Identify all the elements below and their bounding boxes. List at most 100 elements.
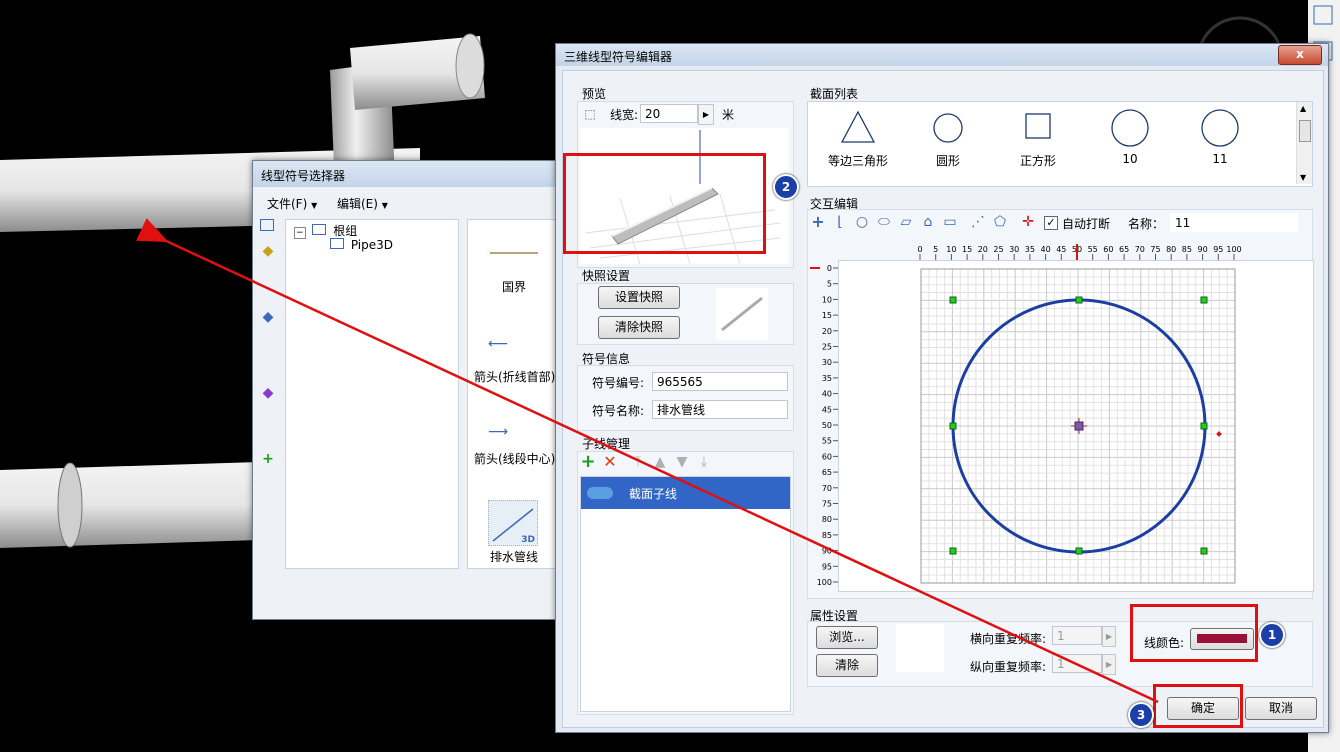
symbol-item-border[interactable]: 国界 xyxy=(468,228,568,298)
draw-line-icon[interactable]: ⌊ xyxy=(832,214,848,230)
scroll-down-icon[interactable]: ▼ xyxy=(1300,173,1306,182)
control-point xyxy=(949,296,957,304)
tree-child-node[interactable]: Pipe3D xyxy=(330,238,393,252)
auto-break-checkbox[interactable]: ✓ xyxy=(1044,216,1058,230)
draw-circle-icon[interactable]: ○ xyxy=(854,214,870,230)
ruler-tick-label: 35 xyxy=(1025,245,1035,254)
ruler-tick-label: 15 xyxy=(822,311,832,320)
clear-texture-button[interactable]: 清除 xyxy=(816,654,878,677)
unit-label: 米 xyxy=(722,108,735,122)
section-name-field[interactable]: 11 xyxy=(1170,213,1298,232)
edit-shape-icon[interactable]: ⬠ xyxy=(992,214,1008,230)
ruler-tick-label: 20 xyxy=(822,327,832,336)
scroll-up-icon[interactable]: ▲ xyxy=(1300,104,1306,113)
h-repeat-label: 横向重复频率: xyxy=(970,632,1047,646)
symbol-item-label: 箭头(折线首部) xyxy=(474,370,556,384)
browse-button[interactable]: 浏览... xyxy=(816,626,878,649)
edit-vertex-icon[interactable]: ⋰ xyxy=(970,214,986,230)
draw-ellipse-icon[interactable]: ⬭ xyxy=(876,214,892,230)
ruler-tick-label: 60 xyxy=(1103,245,1113,254)
section-name-label: 名称： xyxy=(1128,217,1165,231)
line-width-field[interactable]: 20 xyxy=(640,104,698,123)
circle-icon xyxy=(1111,109,1149,147)
section-item-triangle[interactable]: 等边三角形 xyxy=(818,108,898,180)
edit-menu-label: 编辑(E) xyxy=(337,197,378,211)
section-item-square[interactable]: 正方形 xyxy=(998,108,1078,180)
subline-panel: + ✕ ⤒ ▲ ▼ ⤓ 截面子线 xyxy=(577,451,794,715)
delete-icon[interactable]: ✕ xyxy=(602,454,618,470)
view-cube-icon[interactable]: ⬚ xyxy=(582,106,598,122)
h-repeat-spin-button[interactable]: ▶ xyxy=(1102,626,1116,647)
section-item-11[interactable]: 11 xyxy=(1180,108,1260,180)
clear-snapshot-button[interactable]: 清除快照 xyxy=(598,316,680,339)
h-repeat-field[interactable]: 1 xyxy=(1052,626,1102,645)
control-point xyxy=(1200,422,1208,430)
triangle-icon xyxy=(840,110,876,143)
symbol-name-field[interactable]: 排水管线 xyxy=(652,400,788,419)
symbol-item-label: 国界 xyxy=(502,280,527,294)
rotation-handle[interactable] xyxy=(1216,431,1222,437)
symbol-lib-tab-icon-2[interactable]: ◆ xyxy=(260,309,276,325)
ruler-tick-label: 15 xyxy=(962,245,972,254)
subline-item-label: 截面子线 xyxy=(629,487,678,501)
draw-rectangle-icon[interactable]: ▭ xyxy=(942,214,958,230)
ruler-tick-label: 40 xyxy=(1041,245,1051,254)
ruler-tick-label: 45 xyxy=(1056,245,1066,254)
draw-polygon-icon[interactable]: ⌂ xyxy=(920,214,936,230)
v-repeat-field[interactable]: 1 xyxy=(1052,654,1102,673)
step-badge-1: 1 xyxy=(1259,622,1285,648)
set-origin-icon[interactable]: ✛ xyxy=(1020,214,1036,230)
symbol-item-arrow-head[interactable]: ⟵ 箭头(折线首部) xyxy=(468,330,568,386)
section-item-circle[interactable]: 圆形 xyxy=(908,108,988,180)
section-item-10[interactable]: 10 xyxy=(1090,108,1170,180)
scroll-thumb[interactable] xyxy=(1299,120,1311,142)
symbol-lib-tab-icon-3[interactable]: ◆ xyxy=(260,385,276,401)
expand-collapse-icon[interactable]: − xyxy=(294,227,306,239)
folder-icon xyxy=(330,238,344,249)
draw-parallelogram-icon[interactable]: ▱ xyxy=(898,214,914,230)
edit-menu[interactable]: 编辑(E) ▼ xyxy=(337,195,388,212)
ruler-tick-label: 90 xyxy=(822,547,832,556)
section-list-scrollbar[interactable]: ▲ ▼ xyxy=(1296,102,1312,184)
line-width-spin-button[interactable]: ▶ xyxy=(698,104,714,125)
add-icon[interactable]: + xyxy=(580,453,596,471)
add-point-icon[interactable]: + xyxy=(810,214,826,230)
close-button[interactable]: x xyxy=(1278,45,1322,65)
file-menu[interactable]: 文件(F) ▼ xyxy=(267,195,317,212)
add-icon[interactable]: + xyxy=(260,451,276,467)
tree-root-label: 根组 xyxy=(333,224,358,238)
square-icon xyxy=(1025,113,1051,139)
subline-item[interactable]: 截面子线 xyxy=(581,477,790,509)
center-marker-icon[interactable] xyxy=(1071,418,1087,434)
ruler-tick-label: 75 xyxy=(1150,245,1160,254)
ruler-tick-label: 10 xyxy=(946,245,956,254)
symbol-id-field[interactable]: 965565 xyxy=(652,372,788,391)
tree-root-node[interactable]: − 根组 xyxy=(294,222,357,239)
symbol-lib-tab-icon[interactable]: ◆ xyxy=(260,243,276,259)
cancel-button[interactable]: 取消 xyxy=(1245,697,1317,720)
pipe-toggle-icon xyxy=(587,487,613,499)
move-bottom-icon[interactable]: ⤓ xyxy=(696,454,712,470)
file-menu-label: 文件(F) xyxy=(267,197,308,211)
symbol-item-drain-pipe[interactable]: 3D 排水管线 xyxy=(468,494,568,568)
ruler-tick-label: 25 xyxy=(822,343,832,352)
symbol-item-arrow-mid[interactable]: ⟶ 箭头(线段中心) xyxy=(468,420,568,476)
edit-canvas[interactable] xyxy=(838,260,1314,592)
v-repeat-spin-button[interactable]: ▶ xyxy=(1102,654,1116,675)
editor-title: 三维线型符号编辑器 xyxy=(564,50,673,64)
move-up-icon[interactable]: ▲ xyxy=(652,454,668,470)
move-down-icon[interactable]: ▼ xyxy=(674,454,690,470)
set-snapshot-button[interactable]: 设置快照 xyxy=(598,286,680,309)
control-point xyxy=(949,422,957,430)
circle-icon xyxy=(1201,109,1239,147)
subline-list: 截面子线 xyxy=(580,476,791,712)
symbol-item-label: 排水管线 xyxy=(490,550,539,564)
subline-group-label: 子线管理 xyxy=(582,437,631,451)
snapshot-panel: 设置快照 清除快照 xyxy=(577,283,794,345)
move-top-icon[interactable]: ⤒ xyxy=(630,454,646,470)
ruler-tick-label: 25 xyxy=(993,245,1003,254)
section-drawing[interactable] xyxy=(839,261,1313,591)
symbol-info-panel: 符号编号: 965565 符号名称: 排水管线 xyxy=(577,365,794,431)
ruler-tick-label: 85 xyxy=(1182,245,1192,254)
folder-tab-icon[interactable] xyxy=(260,219,274,231)
